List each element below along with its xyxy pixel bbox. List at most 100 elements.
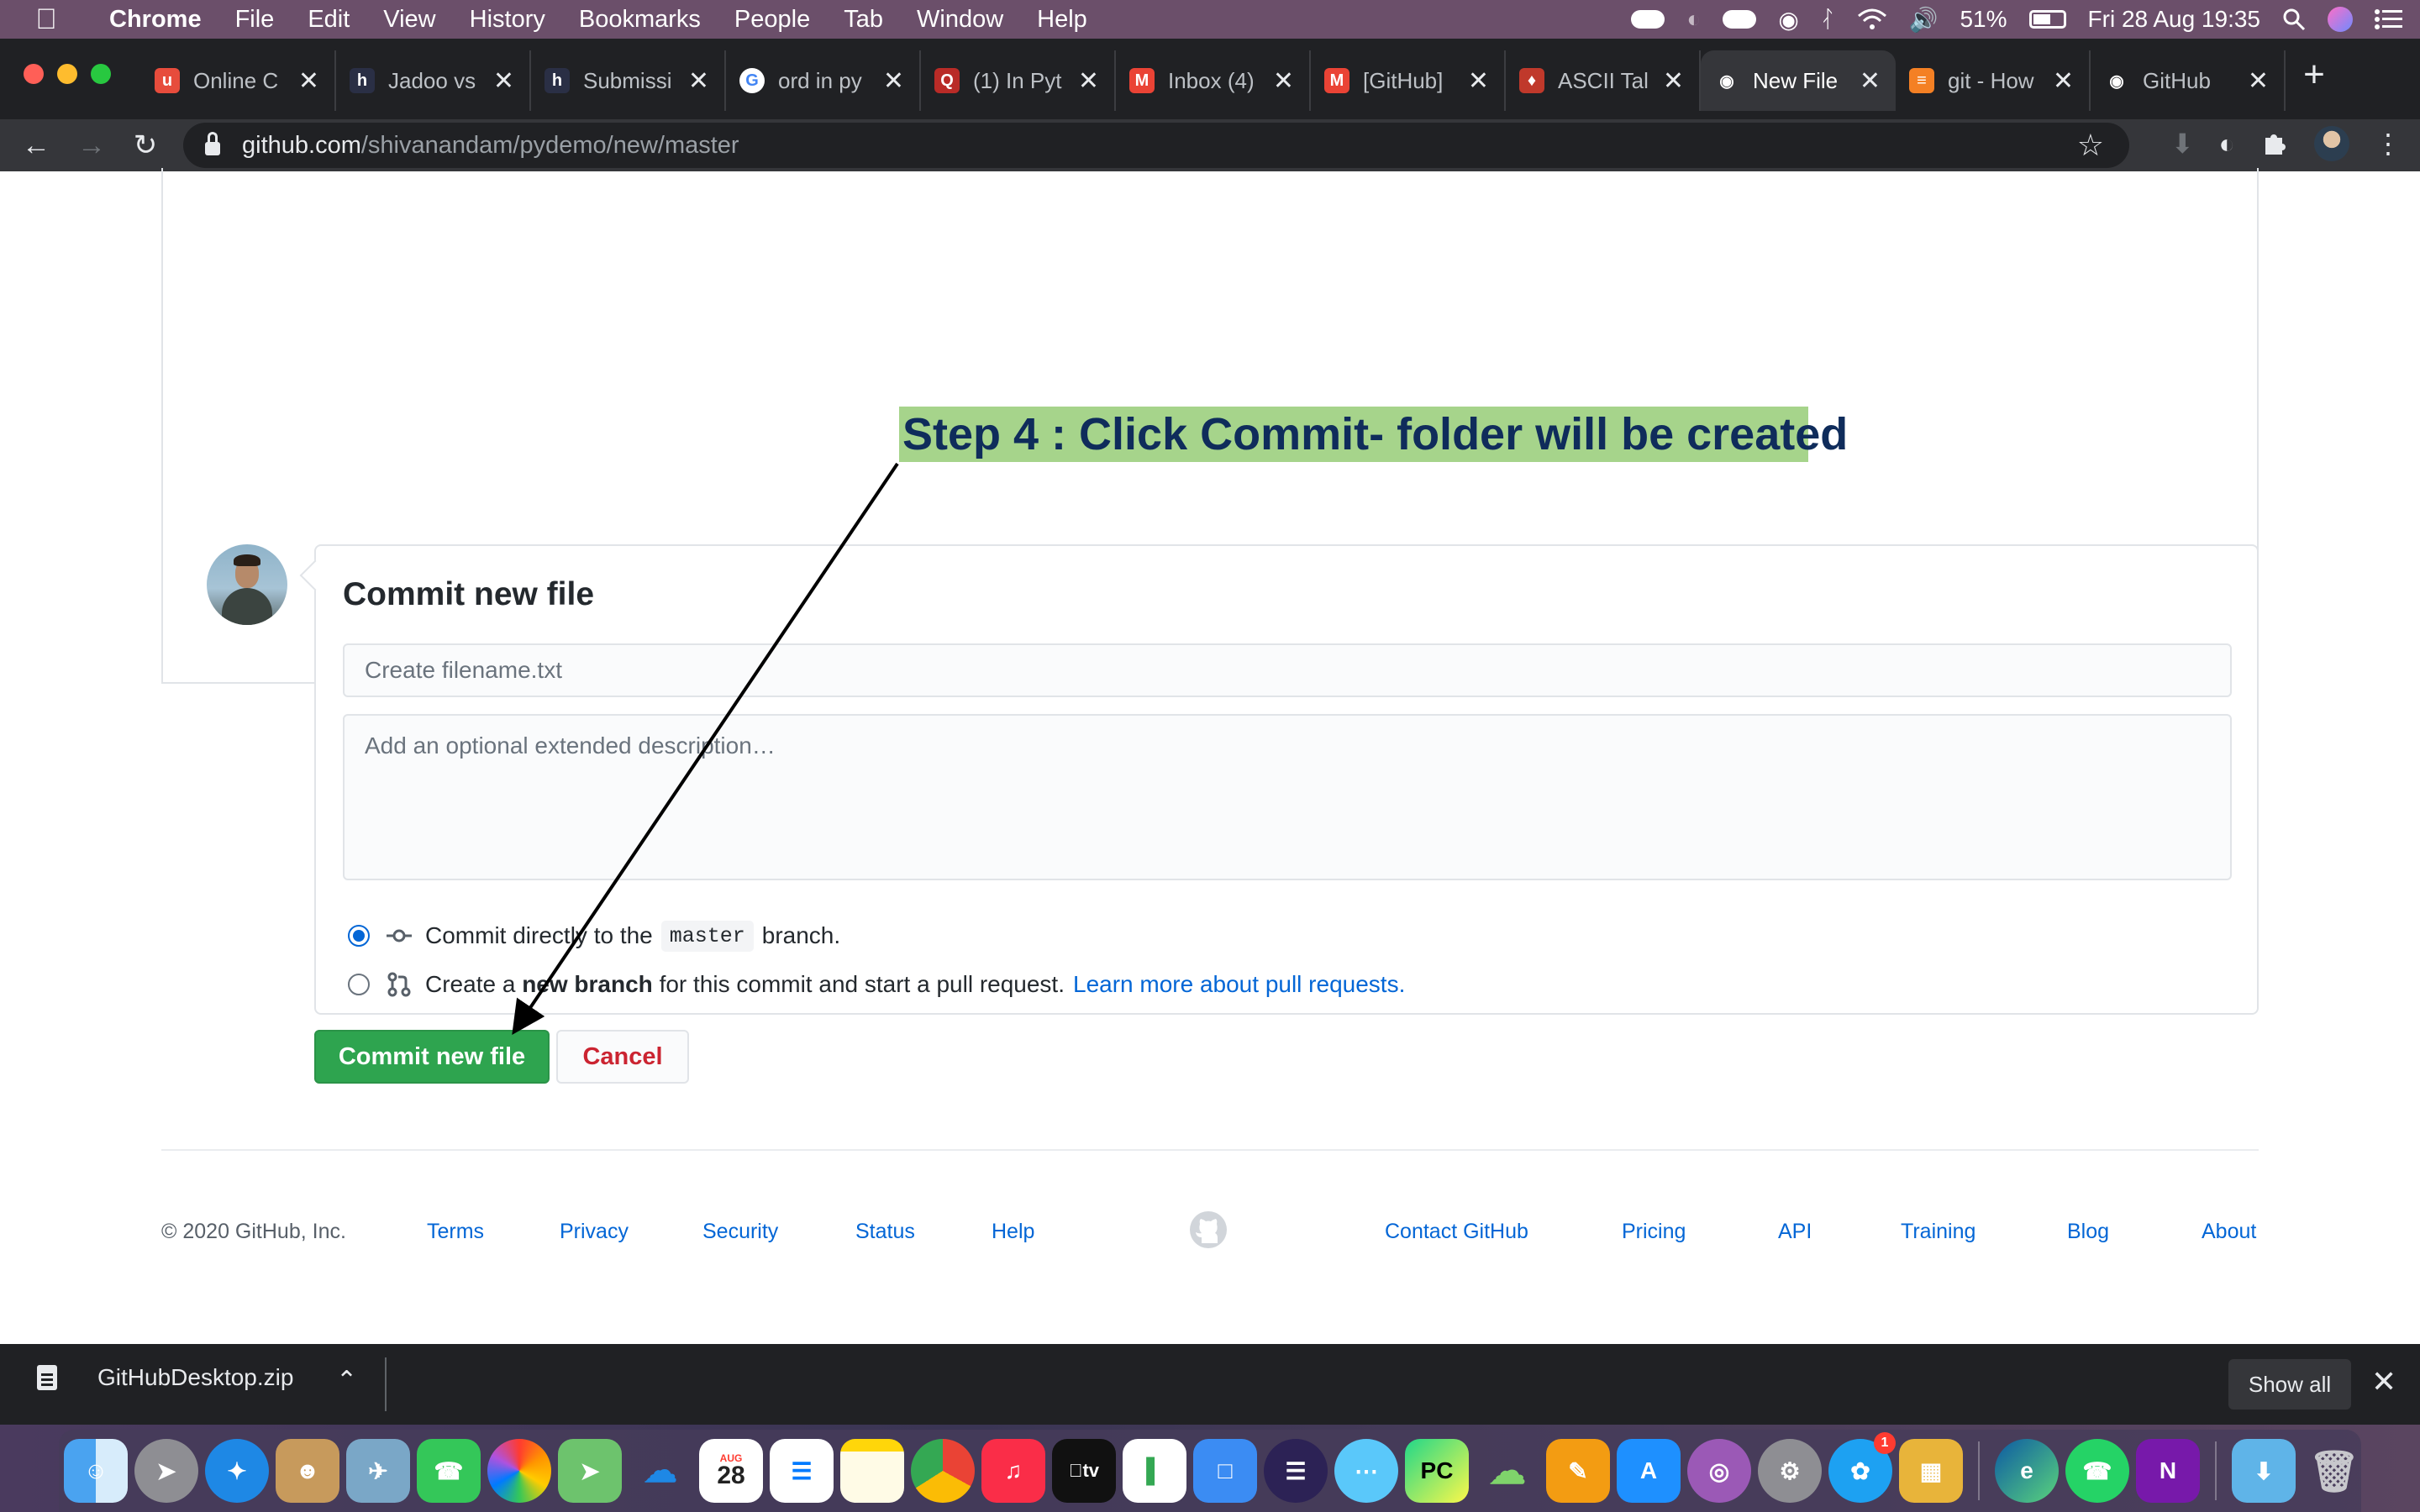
close-tab-icon[interactable]: ✕ <box>2248 66 2269 96</box>
close-icon[interactable]: ✕ <box>2371 1364 2396 1399</box>
address-bar[interactable]: github.com/shivanandam/pydemo/new/master… <box>183 123 2129 168</box>
commit-direct-radio[interactable] <box>348 925 370 947</box>
extensions-puzzle-icon[interactable] <box>2260 129 2289 158</box>
browser-tab[interactable]: h Submissi ✕ <box>531 50 726 111</box>
commit-description-textarea[interactable] <box>343 714 2232 880</box>
chrome-icon[interactable] <box>911 1439 975 1503</box>
menu-tab[interactable]: Tab <box>827 6 900 34</box>
back-button[interactable]: ← <box>17 126 55 165</box>
browser-tab[interactable]: M [GitHub] ✕ <box>1311 50 1506 111</box>
edge-icon[interactable]: e <box>1995 1439 2059 1503</box>
creative-cloud-icon[interactable] <box>1631 10 1665 29</box>
notes-icon[interactable] <box>840 1439 904 1503</box>
footer-link-training[interactable]: Training <box>1901 1220 1975 1244</box>
github-logo-icon[interactable] <box>1188 1210 1228 1250</box>
finder-icon[interactable]: ☺ <box>64 1439 128 1503</box>
apple-tv-icon[interactable]: tv <box>1052 1439 1116 1503</box>
launchpad-icon[interactable]: ➤ <box>134 1439 198 1503</box>
footer-link-api[interactable]: API <box>1778 1220 1812 1244</box>
close-window-button[interactable] <box>24 64 44 84</box>
browser-tab[interactable]: M Inbox (4) ✕ <box>1116 50 1311 111</box>
keynote-icon[interactable]: □ <box>1193 1439 1257 1503</box>
whatsapp-icon[interactable]: ☎ <box>2065 1439 2129 1503</box>
user-avatar[interactable] <box>207 544 287 625</box>
browser-tab[interactable]: Gord in py ✕ <box>726 50 921 111</box>
download-item[interactable]: GitHubDesktop.zip <box>37 1364 293 1391</box>
show-all-downloads-button[interactable]: Show all <box>2228 1359 2351 1410</box>
profile-avatar[interactable] <box>2314 126 2349 161</box>
browser-tab[interactable]: Q (1) In Pyt ✕ <box>921 50 1116 111</box>
lock-icon[interactable] <box>205 132 220 155</box>
calendar-icon[interactable]: AUG 28 <box>699 1439 763 1503</box>
footer-link-blog[interactable]: Blog <box>2067 1220 2109 1244</box>
chevron-up-icon[interactable]: ⌃ <box>336 1366 357 1395</box>
close-tab-icon[interactable]: ✕ <box>1078 66 1099 96</box>
new-branch-option[interactable]: Create a new branch for this commit and … <box>348 968 1405 1001</box>
icloud-icon[interactable] <box>1723 10 1757 29</box>
bluetooth-icon[interactable]: ᛮ <box>1821 6 1835 33</box>
menu-window[interactable]: Window <box>900 6 1020 34</box>
minimize-window-button[interactable] <box>57 64 77 84</box>
menu-bookmarks[interactable]: Bookmarks <box>562 6 718 34</box>
commit-direct-option[interactable]: Commit directly to the master branch. <box>348 919 840 953</box>
menu-file[interactable]: File <box>218 6 292 34</box>
facetime-icon[interactable]: ☎ <box>417 1439 481 1503</box>
safari-icon[interactable]: ✦ <box>205 1439 269 1503</box>
close-tab-icon[interactable]: ✕ <box>298 66 319 96</box>
close-tab-icon[interactable]: ✕ <box>1860 66 1881 96</box>
reminders-icon[interactable]: ☰ <box>770 1439 834 1503</box>
archive-utility-icon[interactable]: ▦ <box>1899 1439 1963 1503</box>
notification-center-icon[interactable] <box>2375 8 2403 30</box>
browser-tab[interactable]: ◉ GitHub ✕ <box>2091 50 2286 111</box>
twitter-icon[interactable]: ✿ 1 <box>1828 1432 1896 1503</box>
close-tab-icon[interactable]: ✕ <box>883 66 904 96</box>
menu-help[interactable]: Help <box>1020 6 1104 34</box>
cancel-button[interactable]: Cancel <box>556 1030 689 1084</box>
browser-tab[interactable]: ♦ ASCII Tal ✕ <box>1506 50 1701 111</box>
menu-edit[interactable]: Edit <box>291 6 366 34</box>
close-tab-icon[interactable]: ✕ <box>1468 66 1489 96</box>
downloads-folder-icon[interactable]: ⬇ <box>2232 1439 2296 1503</box>
footer-link-pricing[interactable]: Pricing <box>1622 1220 1686 1244</box>
bookmark-star-icon[interactable]: ☆ <box>2077 128 2104 163</box>
menu-people[interactable]: People <box>718 6 827 34</box>
menu-view[interactable]: View <box>366 6 452 34</box>
close-tab-icon[interactable]: ✕ <box>688 66 709 96</box>
preview-icon[interactable]: ✈ <box>346 1439 410 1503</box>
footer-link-terms[interactable]: Terms <box>427 1220 484 1244</box>
battery-icon[interactable] <box>2028 10 2066 29</box>
apple-icon[interactable]:  <box>0 3 92 36</box>
browser-tab[interactable]: ◉ New File ✕ <box>1701 50 1896 111</box>
close-tab-icon[interactable]: ✕ <box>2053 66 2074 96</box>
volume-icon[interactable]: 🔊 <box>1909 6 1939 34</box>
siri-icon[interactable] <box>2328 7 2353 32</box>
download-extension-icon[interactable]: ⬇ <box>2171 128 2194 160</box>
close-tab-icon[interactable]: ✕ <box>1273 66 1294 96</box>
pull-request-help-link[interactable]: Learn more about pull requests. <box>1073 971 1405 998</box>
maps-icon[interactable]: ➤ <box>558 1439 622 1503</box>
new-tab-button[interactable]: + <box>2294 54 2334 96</box>
close-tab-icon[interactable]: ✕ <box>493 66 514 96</box>
extension-icon[interactable]: ◐ <box>2219 129 2235 160</box>
menu-history[interactable]: History <box>453 6 562 34</box>
icloud-drive-icon[interactable]: ☁ <box>1476 1439 1539 1503</box>
close-tab-icon[interactable]: ✕ <box>1663 66 1684 96</box>
footer-link-security[interactable]: Security <box>702 1220 778 1244</box>
contacts-icon[interactable]: ☻ <box>276 1439 339 1503</box>
browser-tab[interactable]: u Online C ✕ <box>141 50 336 111</box>
clock[interactable]: Fri 28 Aug 19:35 <box>2088 6 2260 33</box>
footer-link-status[interactable]: Status <box>855 1220 915 1244</box>
music-icon[interactable]: ♫ <box>981 1439 1045 1503</box>
wifi-icon[interactable] <box>1857 8 1887 31</box>
maximize-window-button[interactable] <box>91 64 111 84</box>
forward-button[interactable]: → <box>72 126 111 165</box>
footer-link-help[interactable]: Help <box>992 1220 1034 1244</box>
browser-tab[interactable]: ≡ git - How ✕ <box>1896 50 2091 111</box>
browser-tab[interactable]: h Jadoo vs ✕ <box>336 50 531 111</box>
trash-icon[interactable]: 🗑 <box>2302 1439 2366 1503</box>
messages-icon[interactable]: ⋯ <box>1334 1439 1398 1503</box>
chrome-menu-icon[interactable]: ⋮ <box>2375 128 2402 160</box>
numbers-icon[interactable]: ▌ <box>1123 1439 1186 1503</box>
spotlight-search-icon[interactable] <box>2282 8 2306 31</box>
footer-link-contact[interactable]: Contact GitHub <box>1385 1220 1528 1244</box>
